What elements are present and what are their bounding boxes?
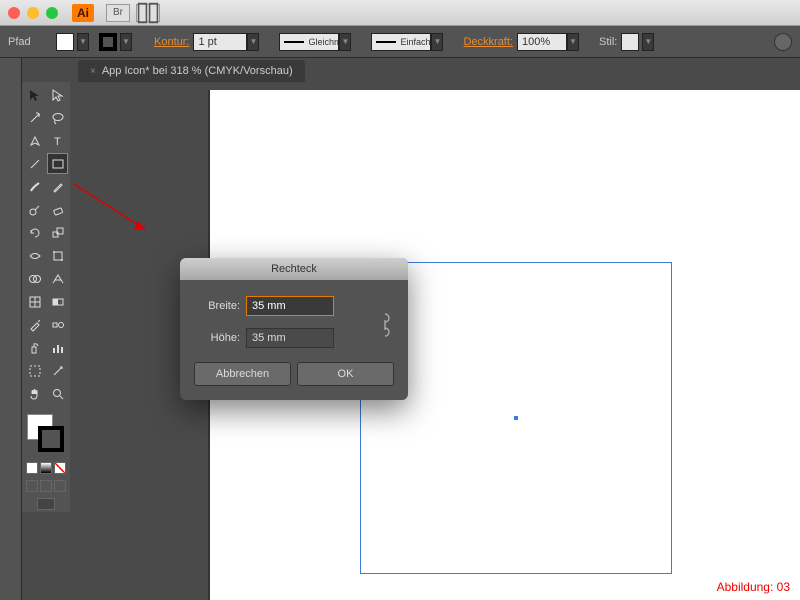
- fill-stroke-indicator[interactable]: [24, 412, 68, 458]
- arrange-documents-button[interactable]: [136, 4, 160, 22]
- none-mode-button[interactable]: [54, 462, 66, 474]
- gradient-tool[interactable]: [47, 291, 68, 312]
- hand-tool[interactable]: [24, 383, 45, 404]
- document-tab-title: App Icon* bei 318 % (CMYK/Vorschau): [102, 65, 293, 77]
- constrain-proportions-icon[interactable]: [376, 310, 394, 340]
- style-swatch[interactable]: [621, 33, 639, 51]
- document-tab[interactable]: × App Icon* bei 318 % (CMYK/Vorschau): [78, 60, 305, 82]
- stroke-weight-field[interactable]: 1 pt: [193, 33, 247, 51]
- zoom-window-button[interactable]: [46, 7, 58, 19]
- draw-behind-button[interactable]: [40, 480, 52, 492]
- width-label: Breite:: [194, 300, 240, 312]
- opacity-dropdown[interactable]: ▼: [567, 33, 579, 51]
- draw-inside-button[interactable]: [54, 480, 66, 492]
- canvas-area[interactable]: Rechteck Breite: Höhe: Abbrechen OK Abbi…: [70, 82, 800, 600]
- color-mode-button[interactable]: [26, 462, 38, 474]
- perspective-grid-tool[interactable]: [47, 268, 68, 289]
- zoom-tool[interactable]: [47, 383, 68, 404]
- direct-selection-tool[interactable]: [47, 84, 68, 105]
- mesh-tool[interactable]: [24, 291, 45, 312]
- stroke-label[interactable]: Kontur:: [154, 36, 189, 48]
- stroke-profile-field[interactable]: Gleichm.: [279, 33, 339, 51]
- brush-dropdown[interactable]: ▼: [431, 33, 443, 51]
- app-badge: Ai: [72, 4, 94, 22]
- artboard-tool[interactable]: [24, 360, 45, 381]
- brush-field[interactable]: Einfach: [371, 33, 431, 51]
- pencil-tool[interactable]: [47, 176, 68, 197]
- blob-brush-tool[interactable]: [24, 199, 45, 220]
- gradient-mode-button[interactable]: [40, 462, 52, 474]
- type-tool[interactable]: T: [47, 130, 68, 151]
- dialog-title: Rechteck: [180, 258, 408, 280]
- tools-panel: T: [22, 82, 70, 512]
- rectangle-tool[interactable]: [47, 153, 68, 174]
- blend-tool[interactable]: [47, 314, 68, 335]
- stroke-swatch[interactable]: [99, 33, 117, 51]
- stroke-dropdown[interactable]: ▼: [120, 33, 132, 51]
- minimize-window-button[interactable]: [27, 7, 39, 19]
- traffic-lights: [8, 7, 58, 19]
- slice-tool[interactable]: [47, 360, 68, 381]
- rotate-tool[interactable]: [24, 222, 45, 243]
- eraser-tool[interactable]: [47, 199, 68, 220]
- selection-type-label: Pfad: [8, 36, 48, 48]
- lasso-tool[interactable]: [47, 107, 68, 128]
- shape-builder-tool[interactable]: [24, 268, 45, 289]
- panel-dock-strip: [0, 58, 22, 600]
- selection-tool[interactable]: [24, 84, 45, 105]
- fill-dropdown[interactable]: ▼: [77, 33, 89, 51]
- height-input[interactable]: [246, 328, 334, 348]
- ok-button[interactable]: OK: [297, 362, 394, 386]
- symbol-sprayer-tool[interactable]: [24, 337, 45, 358]
- free-transform-tool[interactable]: [47, 245, 68, 266]
- stroke-indicator[interactable]: [38, 426, 64, 452]
- svg-text:T: T: [54, 136, 61, 148]
- eyedropper-tool[interactable]: [24, 314, 45, 335]
- cancel-button[interactable]: Abbrechen: [194, 362, 291, 386]
- style-label: Stil:: [599, 36, 617, 48]
- draw-normal-button[interactable]: [26, 480, 38, 492]
- line-tool[interactable]: [24, 153, 45, 174]
- column-graph-tool[interactable]: [47, 337, 68, 358]
- style-dropdown[interactable]: ▼: [642, 33, 654, 51]
- document-tab-bar: × App Icon* bei 318 % (CMYK/Vorschau): [0, 58, 800, 82]
- paintbrush-tool[interactable]: [24, 176, 45, 197]
- tab-close-icon[interactable]: ×: [90, 66, 96, 77]
- figure-caption: Abbildung: 03: [717, 580, 790, 594]
- fill-stroke-swatches[interactable]: ▼ ▼: [56, 33, 142, 51]
- scale-tool[interactable]: [47, 222, 68, 243]
- window-title-bar: Ai Br: [0, 0, 800, 26]
- close-window-button[interactable]: [8, 7, 20, 19]
- width-input[interactable]: [246, 296, 334, 316]
- document-setup-button[interactable]: [774, 33, 792, 51]
- stroke-weight-dropdown[interactable]: ▼: [247, 33, 259, 51]
- magic-wand-tool[interactable]: [24, 107, 45, 128]
- stroke-profile-dropdown[interactable]: ▼: [339, 33, 351, 51]
- opacity-field[interactable]: 100%: [517, 33, 567, 51]
- opacity-label[interactable]: Deckkraft:: [463, 36, 513, 48]
- width-tool[interactable]: [24, 245, 45, 266]
- bridge-button[interactable]: Br: [106, 4, 130, 22]
- pen-tool[interactable]: [24, 130, 45, 151]
- height-label: Höhe:: [194, 332, 240, 344]
- selection-center-point-icon: [514, 416, 518, 420]
- screen-mode-button[interactable]: [37, 498, 55, 510]
- rectangle-dialog: Rechteck Breite: Höhe: Abbrechen OK: [180, 258, 408, 400]
- fill-swatch[interactable]: [56, 33, 74, 51]
- control-bar: Pfad ▼ ▼ Kontur: 1 pt ▼ Gleichm. ▼ Einfa…: [0, 26, 800, 58]
